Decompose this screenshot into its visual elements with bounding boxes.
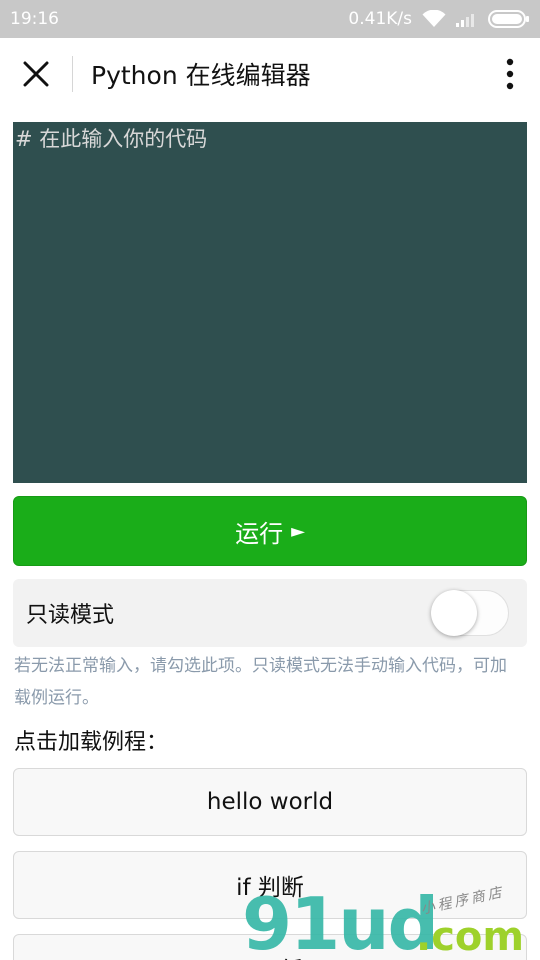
readonly-mode-label: 只读模式 bbox=[26, 603, 115, 628]
wifi-icon bbox=[422, 10, 446, 28]
title-bar: Python 在线编辑器 bbox=[0, 38, 540, 110]
readonly-hint: 若无法正常输入，请勾选此项。只读模式无法手动输入代码，可加载例运行。 bbox=[14, 656, 507, 708]
switch-knob bbox=[431, 590, 477, 636]
status-time: 19:16 bbox=[10, 9, 59, 29]
readonly-mode-switch[interactable] bbox=[431, 590, 509, 636]
more-options-button[interactable] bbox=[480, 38, 540, 110]
battery-icon bbox=[488, 10, 530, 28]
examples-heading: 点击加载例程： bbox=[14, 730, 169, 755]
app-screen: 19:16 0.41K/s Python 在线编辑器 # 在此输入你的代码 运行… bbox=[0, 0, 540, 960]
code-editor[interactable] bbox=[13, 122, 527, 483]
play-icon: ► bbox=[291, 520, 305, 542]
page-title: Python 在线编辑器 bbox=[91, 61, 311, 90]
example-hello-world-button[interactable]: hello world bbox=[13, 768, 527, 836]
title-divider bbox=[72, 56, 73, 92]
readonly-mode-row: 只读模式 bbox=[13, 579, 527, 647]
close-button[interactable] bbox=[0, 38, 72, 110]
network-speed: 0.41K/s bbox=[348, 9, 412, 29]
signal-icon bbox=[456, 11, 478, 27]
status-bar: 19:16 0.41K/s bbox=[0, 0, 540, 38]
run-button-label: 运行 bbox=[235, 519, 284, 548]
more-vertical-icon bbox=[506, 58, 514, 90]
run-button[interactable]: 运行 ► bbox=[13, 496, 527, 566]
example-if-button[interactable]: if 判断 bbox=[13, 851, 527, 919]
status-indicators: 0.41K/s bbox=[348, 9, 530, 29]
example-while-button[interactable]: while 循环 bbox=[13, 934, 527, 960]
close-icon bbox=[23, 61, 49, 87]
